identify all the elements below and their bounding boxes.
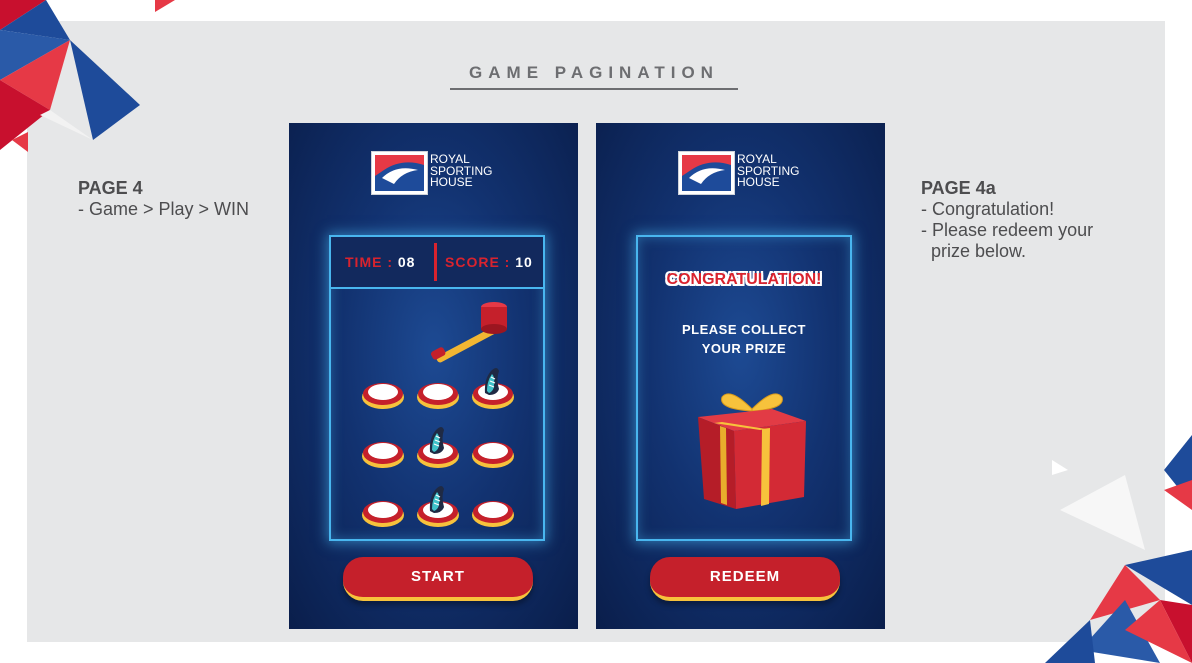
start-button[interactable]: START xyxy=(343,557,533,601)
hole-icon[interactable] xyxy=(469,363,517,411)
page-note-left: PAGE 4 - Game > Play > WIN xyxy=(78,178,249,220)
collect-prize-line: PLEASE COLLECT xyxy=(681,322,806,337)
hole-icon[interactable] xyxy=(359,481,407,529)
hole-icon[interactable] xyxy=(469,422,517,470)
timer-label: TIME : xyxy=(345,254,398,270)
decorative-triangles-bottom-right xyxy=(1045,435,1192,663)
brand-logo-icon xyxy=(371,151,428,195)
congratulation-headline: CONGRATULATION! xyxy=(666,271,822,288)
score-bar-divider xyxy=(434,243,437,281)
game-screen: ROYAL SPORTING HOUSE TIME : 08 SCORE : 1… xyxy=(289,123,578,629)
prize-screen: ROYAL SPORTING HOUSE CONGRATULATION! PLE… xyxy=(596,123,885,629)
score-bar: TIME : 08 SCORE : 10 xyxy=(331,237,543,289)
prize-board: CONGRATULATION! PLEASE COLLECT YOUR PRIZ… xyxy=(636,235,852,541)
hole-icon[interactable] xyxy=(359,363,407,411)
hole-icon[interactable] xyxy=(414,363,462,411)
collect-prize-line: YOUR PRIZE xyxy=(701,341,787,356)
timer-value: 08 xyxy=(397,254,416,270)
brand-logo-icon xyxy=(678,151,735,195)
brand-name: ROYAL SPORTING HOUSE xyxy=(737,153,817,189)
brand-name: ROYAL SPORTING HOUSE xyxy=(430,153,510,189)
brand-logo: ROYAL SPORTING HOUSE xyxy=(678,151,808,197)
page-description-line: - Congratulation! xyxy=(921,199,1055,219)
brand-logo: ROYAL SPORTING HOUSE xyxy=(371,151,501,197)
hole-icon[interactable] xyxy=(359,422,407,470)
timer: TIME : 08 xyxy=(345,254,415,270)
shoe-icon[interactable] xyxy=(429,486,444,513)
gift-box-icon xyxy=(698,393,806,509)
page-title: GAME PAGINATION xyxy=(450,63,738,90)
score-label: SCORE : xyxy=(445,254,516,270)
mallet-icon xyxy=(430,302,507,363)
score: SCORE : 10 xyxy=(445,254,533,270)
page-note-right: PAGE 4a - Congratulation! - Please redee… xyxy=(921,178,1093,262)
shoe-icon[interactable] xyxy=(429,427,444,454)
page-heading: PAGE 4a xyxy=(921,178,996,198)
hole-icon[interactable] xyxy=(414,481,462,529)
hole-icon[interactable] xyxy=(469,481,517,529)
hole-grid xyxy=(359,363,519,527)
hole-icon[interactable] xyxy=(414,422,462,470)
score-value: 10 xyxy=(515,254,533,270)
page-description-line: - Please redeem your xyxy=(921,220,1094,240)
page-description-line: - Game > Play > WIN xyxy=(78,199,250,219)
redeem-button[interactable]: REDEEM xyxy=(650,557,840,601)
brand-name-line: HOUSE xyxy=(430,175,473,189)
decorative-triangles-top-left xyxy=(0,0,175,152)
brand-name-line: HOUSE xyxy=(737,175,780,189)
page-heading: PAGE 4 xyxy=(78,178,143,198)
page-description-line: prize below. xyxy=(921,241,1027,261)
shoe-icon[interactable] xyxy=(484,368,499,395)
collect-prize-message: PLEASE COLLECT YOUR PRIZE xyxy=(638,320,850,358)
